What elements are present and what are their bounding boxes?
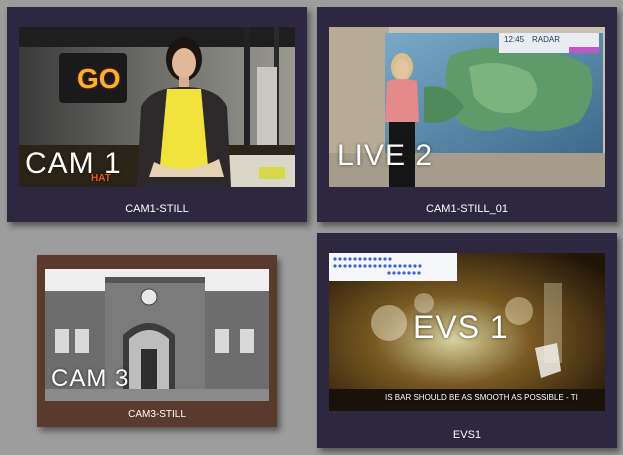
thumbnail-cam1: GO HAT CAM 1 — [19, 27, 295, 187]
source-tile-cam1-still-01[interactable]: 12:45 RADAR LIVE 2 CAM1-STILL_01 — [317, 7, 617, 222]
tile-label-cam1-still: CAM1-STILL — [125, 203, 189, 215]
overlay-label-evs1: EVS 1 — [413, 309, 509, 345]
tile-label-cam3-still: CAM3-STILL — [128, 409, 186, 420]
thumbnail-cam3: CAM 3 — [45, 269, 269, 401]
tile-label-evs1: EVS1 — [452, 429, 482, 441]
overlay-label-cam1: CAM 1 — [25, 147, 122, 180]
source-tile-evs1[interactable]: EVS 1 IS BAR SHOULD BE AS SMOOTH AS POSS… — [317, 233, 617, 448]
ticker-text: IS BAR SHOULD BE AS SMOOTH AS POSSIBLE -… — [385, 393, 578, 402]
weather-brand: RADAR — [532, 35, 561, 44]
source-tile-cam1-still[interactable]: GO HAT CAM 1 CAM1-STILL — [7, 7, 307, 222]
thumbnail-evs1: EVS 1 IS BAR SHOULD BE AS SMOOTH AS POSS… — [329, 253, 605, 411]
overlay-label-live2: LIVE 2 — [337, 139, 434, 172]
overlay-label-cam3: CAM 3 — [51, 365, 130, 392]
thumbnail-live2: 12:45 RADAR LIVE 2 — [329, 27, 605, 187]
tile-label-cam1-still-01: CAM1-STILL_01 — [426, 203, 508, 215]
source-tile-cam3-still[interactable]: CAM 3 CAM3-STILL — [37, 255, 277, 427]
go-logo: GO — [77, 63, 121, 94]
weather-time: 12:45 — [504, 35, 525, 44]
